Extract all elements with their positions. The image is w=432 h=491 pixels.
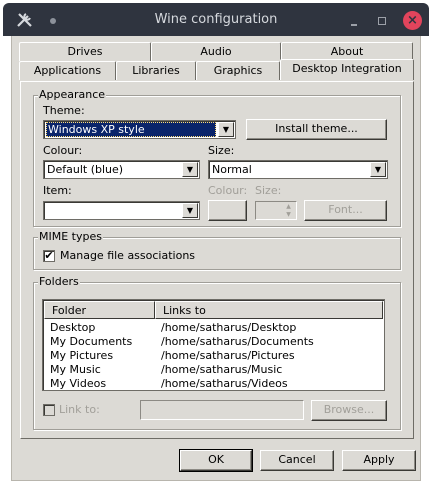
colour-combo[interactable]: Default (blue) ▼ [43, 160, 200, 179]
browse-button[interactable]: Browse... [311, 400, 387, 421]
folder-column-header[interactable]: Folder [44, 301, 155, 319]
link-to-field[interactable] [140, 400, 304, 420]
folder-link: /home/satharus/Desktop [161, 321, 297, 334]
tab-audio-label: Audio [200, 45, 232, 58]
chevron-down-icon[interactable]: ▼ [218, 122, 234, 137]
link-to-checkbox[interactable] [43, 404, 55, 416]
folders-group: Folders Folder Links to Desktop/home/sat… [33, 275, 401, 430]
appearance-group: Appearance Theme: Windows XP style ▼ Ins… [33, 88, 401, 227]
folder-link: /home/satharus/Pictures [161, 349, 295, 362]
folder-name: My Documents [50, 335, 133, 348]
folder-link: /home/satharus/Videos [161, 377, 288, 390]
window-title: Wine configuration [154, 12, 278, 27]
links-to-column-header[interactable]: Links to [155, 301, 383, 319]
tab-applications[interactable]: Applications [19, 61, 116, 80]
cancel-button[interactable]: Cancel [260, 450, 334, 471]
folder-link: /home/satharus/Music [161, 363, 283, 376]
tab-graphics-label: Graphics [213, 64, 263, 77]
item-size-label: Size: [255, 184, 282, 197]
checkmark-icon: ✔ [44, 249, 54, 262]
size-value: Normal [212, 163, 252, 176]
folder-name: My Music [50, 363, 101, 376]
title-bar: Wine configuration × [3, 3, 429, 36]
item-label: Item: [43, 184, 72, 197]
item-combo[interactable]: ▼ [43, 201, 200, 220]
chevron-down-icon[interactable]: ▼ [182, 162, 198, 177]
mime-types-group: MIME types ✔ Manage file associations [33, 230, 401, 270]
theme-value: Windows XP style [46, 122, 216, 137]
link-to-label: Link to: [59, 403, 100, 416]
list-item[interactable]: My Videos/home/satharus/Videos [50, 377, 288, 390]
folders-group-label: Folders [38, 275, 80, 288]
ok-button[interactable]: OK [179, 449, 253, 472]
apply-button[interactable]: Apply [342, 450, 416, 471]
tab-libraries[interactable]: Libraries [116, 61, 196, 80]
manage-file-associations-checkbox[interactable]: ✔ [43, 250, 55, 262]
manage-file-associations-label[interactable]: Manage file associations [60, 249, 195, 262]
tab-panel: Appearance Theme: Windows XP style ▼ Ins… [20, 81, 414, 439]
folder-name: My Videos [50, 377, 107, 390]
colour-label: Colour: [43, 144, 83, 157]
list-item[interactable]: Desktop/home/satharus/Desktop [50, 321, 296, 335]
minimize-icon[interactable] [351, 24, 357, 26]
appearance-group-label: Appearance [38, 88, 107, 101]
folders-list-header: Folder Links to [44, 301, 383, 319]
folder-name: My Pictures [50, 349, 114, 362]
colour-value: Default (blue) [47, 163, 124, 176]
folder-name: Desktop [50, 321, 96, 334]
folders-list[interactable]: Folder Links to Desktop/home/satharus/De… [42, 299, 385, 391]
size-label: Size: [208, 144, 235, 157]
tab-audio[interactable]: Audio [151, 42, 281, 61]
spin-down-icon[interactable]: ▼ [282, 211, 295, 219]
item-colour-label: Colour: [208, 184, 248, 197]
tab-drives-label: Drives [67, 45, 103, 58]
list-item[interactable]: My Pictures/home/satharus/Pictures [50, 349, 295, 363]
tab-desktop-integration-label: Desktop Integration [292, 62, 402, 75]
theme-label: Theme: [43, 104, 85, 117]
theme-combo[interactable]: Windows XP style ▼ [43, 120, 236, 139]
item-colour-button[interactable] [208, 200, 247, 221]
folder-link: /home/satharus/Documents [161, 335, 314, 348]
install-theme-button[interactable]: Install theme... [246, 119, 387, 140]
spin-up-icon[interactable]: ▲ [282, 203, 295, 211]
tab-applications-label: Applications [33, 64, 102, 77]
window-client: Drives Audio About Applications Librarie… [11, 36, 421, 481]
chevron-down-icon[interactable]: ▼ [182, 203, 198, 218]
tab-about-label: About [330, 45, 364, 58]
size-combo[interactable]: Normal ▼ [208, 160, 388, 179]
chevron-down-icon[interactable]: ▼ [370, 162, 386, 177]
list-item[interactable]: My Music/home/satharus/Music [50, 363, 282, 377]
mime-types-group-label: MIME types [38, 230, 103, 243]
tab-graphics[interactable]: Graphics [196, 61, 280, 80]
font-button[interactable]: Font... [304, 200, 387, 221]
item-size-spinner[interactable]: ▲ ▼ [255, 201, 297, 220]
close-icon[interactable]: × [403, 11, 422, 30]
tab-desktop-integration[interactable]: Desktop Integration [280, 59, 414, 80]
tab-libraries-label: Libraries [132, 64, 180, 77]
maximize-icon[interactable] [378, 17, 386, 25]
tab-drives[interactable]: Drives [19, 42, 151, 61]
list-item[interactable]: My Documents/home/satharus/Documents [50, 335, 314, 349]
